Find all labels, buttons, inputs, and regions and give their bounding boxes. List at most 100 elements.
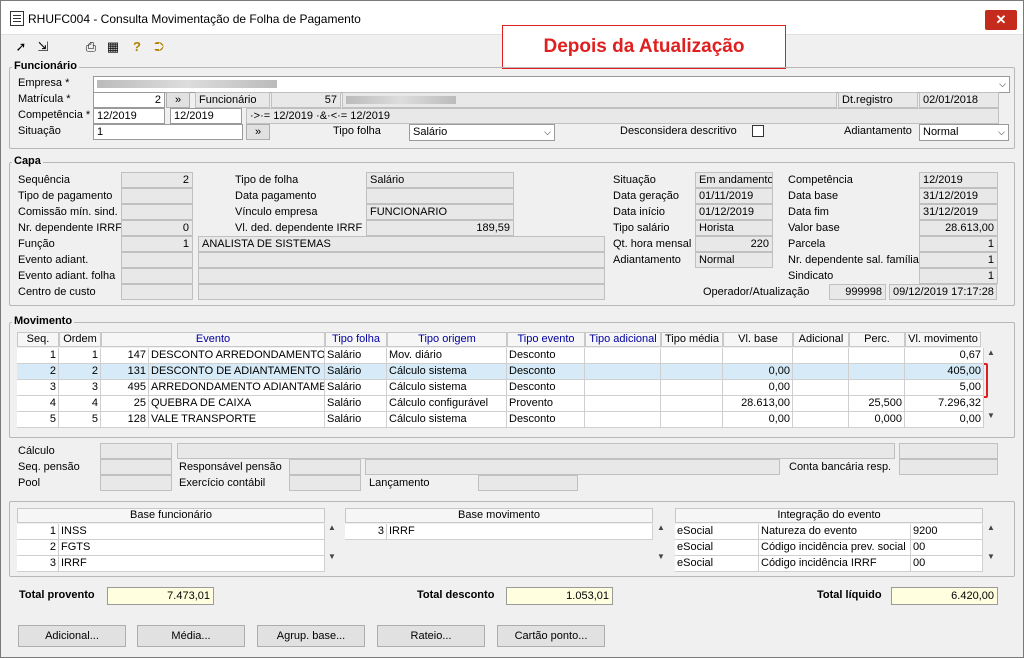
matricula-field[interactable]: 2 [93, 92, 165, 108]
chevron-down-icon: ⌵ [998, 127, 1005, 137]
desconsidera-checkbox[interactable] [752, 125, 764, 137]
table-cell: Salário [325, 364, 387, 380]
table-cell: 7.296,32 [905, 396, 984, 412]
table-cell [661, 412, 723, 428]
seqpensao-label: Seq. pensão [18, 461, 80, 473]
arrow-icon[interactable]: ➚ [13, 39, 29, 55]
capa-left-label: Nr. dependente IRRF [18, 222, 122, 234]
scroll-up-icon[interactable]: ▲ [984, 348, 998, 357]
competencia-label: Competência * [18, 109, 91, 121]
help-icon[interactable]: ? [129, 39, 145, 55]
capa-r2-field: 1 [919, 236, 998, 252]
cartao-ponto-button[interactable]: Cartão ponto... [497, 625, 605, 647]
movimento-header-cell[interactable]: Tipo origem [387, 332, 507, 347]
adiantamento-select[interactable]: Normal ⌵ [919, 124, 1009, 141]
movimento-header-cell[interactable]: Tipo média [661, 332, 723, 347]
capa-r1-field: Em andamento [695, 172, 773, 188]
movimento-header-cell[interactable]: Evento [101, 332, 325, 347]
table-cell: 2 [59, 364, 101, 380]
printer-icon[interactable]: ⎙ [83, 39, 99, 55]
annotation-banner: Depois da Atualização [502, 25, 786, 69]
table-cell [793, 380, 849, 396]
base-func-code: 1 [17, 524, 59, 540]
table-cell: Desconto [507, 380, 585, 396]
total-desconto-label: Total desconto [417, 589, 495, 601]
capa-r2-field: 28.613,00 [919, 220, 998, 236]
movimento-header-cell[interactable]: Ordem [59, 332, 101, 347]
table-cell [661, 364, 723, 380]
base-mov-scrollbar[interactable]: ▲ ▼ [654, 523, 668, 571]
scroll-down-icon[interactable]: ▼ [984, 552, 998, 561]
table-cell: 4 [17, 396, 59, 412]
exit-icon[interactable]: ⮊ [151, 39, 167, 55]
competencia-to-field[interactable]: 12/2019 [170, 108, 242, 124]
base-func-code: 3 [17, 556, 59, 572]
evento-adiant-desc [198, 252, 605, 268]
movimento-header-cell[interactable]: Adicional [793, 332, 849, 347]
empresa-select[interactable]: ⌵ [93, 76, 1010, 93]
table-cell: 28.613,00 [723, 396, 793, 412]
table-cell [793, 396, 849, 412]
base-movimento-header: Base movimento [345, 508, 653, 523]
close-button[interactable]: ✕ [985, 10, 1017, 30]
resp-pensao-code [289, 459, 361, 475]
capa-r1-field: Normal [695, 252, 773, 268]
situacao-field[interactable]: 1 [93, 124, 243, 140]
table-cell: Desconto [507, 364, 585, 380]
centro-custo-desc [198, 284, 605, 300]
adicional-button[interactable]: Adicional... [18, 625, 126, 647]
table-cell: 0,00 [723, 364, 793, 380]
movimento-header-cell[interactable]: Seq. [17, 332, 59, 347]
scroll-down-icon[interactable]: ▼ [325, 552, 339, 561]
scroll-up-icon[interactable]: ▲ [984, 523, 998, 532]
situacao-lookup-button[interactable]: » [246, 124, 270, 140]
table-cell: 0,00 [723, 412, 793, 428]
movimento-header-cell[interactable]: Tipo evento [507, 332, 585, 347]
table-cell: DESCONTO ARREDONDAMENTO SA [149, 348, 325, 364]
capa-left-field: 0 [121, 220, 193, 236]
calculo-label: Cálculo [18, 445, 55, 457]
atualizacao-field: 09/12/2019 17:17:28 [889, 284, 997, 300]
dtregistro-field: 02/01/2018 [919, 92, 999, 108]
table-cell: Provento [507, 396, 585, 412]
matricula-lookup-button[interactable]: » [166, 92, 190, 108]
table-cell: Salário [325, 380, 387, 396]
movimento-header-cell[interactable]: Tipo folha [325, 332, 387, 347]
table-cell [585, 380, 661, 396]
capa-left-field: 2 [121, 172, 193, 188]
scroll-up-icon[interactable]: ▲ [325, 523, 339, 532]
table-cell: Salário [325, 396, 387, 412]
table-cell: Cálculo sistema [387, 364, 507, 380]
grid-icon[interactable]: ▦ [105, 39, 121, 55]
scroll-down-icon[interactable]: ▼ [654, 552, 668, 561]
media-button[interactable]: Média... [137, 625, 245, 647]
movimento-header-cell[interactable]: Tipo adicional [585, 332, 661, 347]
capa-title: Capa [12, 155, 43, 167]
integracao-scrollbar[interactable]: ▲ ▼ [984, 523, 998, 571]
base-mov-name: IRRF [387, 524, 653, 540]
conta-bancaria-field [899, 459, 998, 475]
table-cell: 5,00 [905, 380, 984, 396]
table-cell [661, 396, 723, 412]
tipofolha-select[interactable]: Salário ⌵ [409, 124, 555, 141]
pool-field [100, 475, 172, 491]
table-cell: 3 [17, 380, 59, 396]
table-cell: Cálculo configurável [387, 396, 507, 412]
base-func-name: IRRF [59, 556, 325, 572]
movimento-header-cell[interactable]: Perc. [849, 332, 905, 347]
integracao-field: Código incidência IRRF [759, 556, 911, 572]
base-func-scrollbar[interactable]: ▲ ▼ [325, 523, 339, 571]
movimento-header-cell[interactable]: Vl. movimento [905, 332, 981, 347]
movimento-header-cell[interactable]: Vl. base [723, 332, 793, 347]
table-cell [585, 348, 661, 364]
base-func-name: INSS [59, 524, 325, 540]
agrup-base-button[interactable]: Agrup. base... [257, 625, 365, 647]
export-icon[interactable]: ⇲ [35, 39, 51, 55]
competencia-from-field[interactable]: 12/2019 [93, 108, 165, 124]
rateio-button[interactable]: Rateio... [377, 625, 485, 647]
scroll-down-icon[interactable]: ▼ [984, 411, 998, 420]
base-funcionario-header: Base funcionário [17, 508, 325, 523]
integracao-header: Integração do evento [675, 508, 983, 523]
scroll-up-icon[interactable]: ▲ [654, 523, 668, 532]
chevron-down-icon: ⌵ [544, 127, 551, 137]
